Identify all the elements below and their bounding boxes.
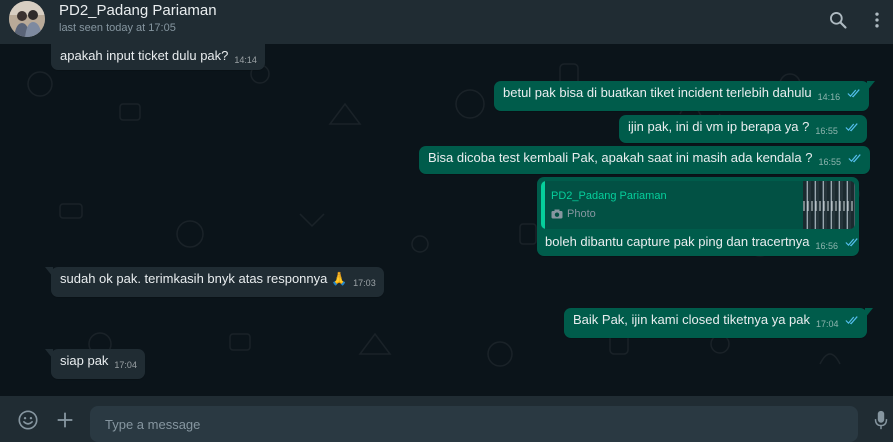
message-incoming[interactable]: apakah input ticket dulu pak? 14:14 <box>51 44 265 70</box>
message-outgoing[interactable]: Bisa dicoba test kembali Pak, apakah saa… <box>419 146 870 174</box>
quote-media-type: Photo <box>551 206 596 222</box>
message-input[interactable] <box>90 406 858 442</box>
message-text: ijin pak, ini di vm ip berapa ya ? <box>628 119 810 134</box>
read-ticks-icon <box>848 154 861 163</box>
message-text: sudah ok pak. terimkasih bnyk atas respo… <box>60 271 348 286</box>
quote-author: PD2_Padang Pariaman <box>551 190 667 202</box>
message-incoming[interactable]: siap pak 17:04 <box>45 349 145 379</box>
message-outgoing[interactable]: Baik Pak, ijin kami closed tiketnya ya p… <box>564 308 874 338</box>
avatar-photo-icon <box>9 1 45 37</box>
contact-name[interactable]: PD2_Padang Pariaman <box>59 2 217 19</box>
message-time: 16:55 <box>818 157 841 167</box>
message-text: Baik Pak, ijin kami closed tiketnya ya p… <box>573 312 810 327</box>
search-icon[interactable] <box>828 10 848 30</box>
read-ticks-icon <box>845 316 858 325</box>
read-ticks-icon <box>847 89 860 98</box>
quote-accent-bar <box>541 181 545 229</box>
quoted-message[interactable]: PD2_Padang Pariaman Photo <box>541 181 855 229</box>
message-time: 14:16 <box>817 92 841 102</box>
composer-bar <box>0 396 893 442</box>
message-time: 16:56 <box>815 241 839 251</box>
menu-icon[interactable] <box>871 10 883 30</box>
message-time: 17:04 <box>114 360 137 370</box>
last-seen-status: last seen today at 17:05 <box>59 22 176 34</box>
chat-area[interactable]: apakah input ticket dulu pak? 14:14 betul… <box>0 44 893 396</box>
message-text: boleh dibantu capture pak ping dan trace… <box>545 234 810 249</box>
message-text: siap pak <box>60 353 109 368</box>
quote-photo-thumbnail <box>803 181 855 229</box>
read-ticks-icon <box>845 238 858 247</box>
message-time: 14:14 <box>234 55 257 65</box>
quote-media-label: Photo <box>567 208 596 220</box>
mic-icon[interactable] <box>873 409 889 431</box>
message-text: Bisa dicoba test kembali Pak, apakah saa… <box>428 150 813 165</box>
message-time: 17:04 <box>816 319 839 329</box>
message-incoming[interactable]: sudah ok pak. terimkasih bnyk atas respo… <box>45 267 384 297</box>
chat-header[interactable]: PD2_Padang Pariaman last seen today at 1… <box>0 0 893 44</box>
read-ticks-icon <box>844 123 858 132</box>
emoji-icon[interactable] <box>17 409 39 431</box>
message-time: 16:55 <box>815 126 838 136</box>
message-text: apakah input ticket dulu pak? <box>60 48 229 63</box>
message-time: 17:03 <box>353 278 376 288</box>
message-outgoing-reply[interactable]: PD2_Padang Pariaman Photo boleh dibantu … <box>537 177 859 256</box>
message-outgoing[interactable]: betul pak bisa di buatkan tiket incident… <box>494 81 875 111</box>
plus-icon[interactable] <box>54 409 76 431</box>
message-text: betul pak bisa di buatkan tiket incident… <box>503 85 812 100</box>
contact-avatar[interactable] <box>9 1 45 37</box>
camera-icon <box>551 209 563 219</box>
message-outgoing[interactable]: ijin pak, ini di vm ip berapa ya ? 16:55 <box>619 115 867 143</box>
